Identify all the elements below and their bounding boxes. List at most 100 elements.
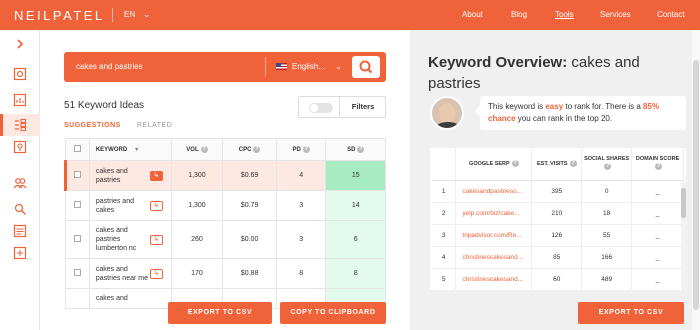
table-row[interactable]: cakes and pastries near me↳ 170 $0.88 8 … <box>65 258 386 289</box>
select-all-checkbox[interactable] <box>73 145 81 152</box>
keyword-tabs: SUGGESTIONS RELATED <box>64 122 172 129</box>
pd-cell: 8 <box>275 258 327 289</box>
row-select-cell <box>65 190 90 221</box>
keyword-ideas-icon[interactable] <box>13 118 27 132</box>
view-overview-icon[interactable]: ↳ <box>149 235 163 246</box>
help-icon[interactable]: ? <box>604 163 612 171</box>
keyword-cell: cakes and pastries ↳ <box>88 160 172 191</box>
serp-scrollbar-thumb[interactable] <box>681 188 686 218</box>
table-header-row: KEYWORD ▾ VOL? CPC? PD? SD? <box>65 138 386 161</box>
nav-tools[interactable]: Tools <box>555 10 574 19</box>
serp-url-link[interactable]: christinescakesand... <box>455 246 533 269</box>
sd-column-header[interactable]: SD? <box>325 138 386 161</box>
traffic-chart-icon[interactable] <box>13 93 27 107</box>
site-audit-icon[interactable] <box>13 67 27 81</box>
shares-cell: 489 <box>581 268 633 290</box>
keyword-search-input[interactable]: cakes and pastries <box>70 57 262 77</box>
copy-clipboard-button[interactable]: COPY TO CLIPBOARD <box>280 302 386 324</box>
keyword-text: pastries and cakes <box>95 197 134 214</box>
nav-contact[interactable]: Contact <box>657 10 685 19</box>
view-overview-icon[interactable]: ↳ <box>149 171 163 182</box>
nav-blog[interactable]: Blog <box>511 10 527 19</box>
view-overview-icon[interactable]: ↳ <box>149 269 163 280</box>
select-all-cell <box>65 138 90 161</box>
help-icon[interactable]: ? <box>302 145 310 153</box>
users-icon[interactable] <box>13 176 27 190</box>
location-icon[interactable] <box>13 140 27 154</box>
nav-about[interactable]: About <box>462 10 483 19</box>
rank-cell: 2 <box>432 202 457 225</box>
vol-header-label: VOL <box>186 147 199 154</box>
language-location-select[interactable]: English... ⌄ <box>265 57 345 77</box>
tab-suggestions[interactable]: SUGGESTIONS <box>64 122 121 129</box>
shares-header: SOCIAL SHARES? <box>581 148 633 181</box>
backlinks-icon[interactable] <box>13 246 27 260</box>
shares-cell: 18 <box>581 202 633 225</box>
help-icon[interactable]: ? <box>357 145 365 153</box>
chevron-right-icon[interactable] <box>13 37 27 51</box>
table-row[interactable]: cakes and pastries ↳ 1,300 $0.69 4 15 <box>64 160 386 191</box>
keyword-ideas-panel: cakes and pastries English... ⌄ 51 Keywo… <box>40 30 410 330</box>
content-ideas-icon[interactable] <box>13 224 27 238</box>
vol-column-header[interactable]: VOL? <box>170 138 224 161</box>
export-serp-csv-button[interactable]: EXPORT TO CSV <box>578 302 684 324</box>
search-button[interactable] <box>352 56 380 78</box>
table-row[interactable]: pastries and cakes ↳ 1,300 $0.79 3 14 <box>65 190 386 221</box>
serp-url-link[interactable]: christinescakesand... <box>455 268 533 290</box>
table-row[interactable]: cakes and pastries lumberton nc ↳ 260 $0.… <box>65 220 386 259</box>
shares-cell: 0 <box>581 180 633 203</box>
sort-icon: ▾ <box>135 147 139 153</box>
pd-column-header[interactable]: PD? <box>275 138 327 161</box>
pd-cell: 4 <box>275 160 327 191</box>
language-select-label: English... <box>292 62 325 71</box>
help-icon[interactable]: ? <box>200 145 208 153</box>
serp-header-row: GOOGLE SERP? EST. VISITS? SOCIAL SHARES?… <box>432 148 684 181</box>
domain-score-cell: _ <box>631 202 684 225</box>
rank-header <box>432 148 457 181</box>
nav-services[interactable]: Services <box>600 10 631 19</box>
shares-cell: 166 <box>581 246 633 269</box>
row-checkbox[interactable] <box>73 269 81 276</box>
rank-cell: 1 <box>432 180 457 203</box>
help-icon[interactable]: ? <box>655 163 663 171</box>
serp-url-link[interactable]: yelp.com/biz/cake... <box>455 202 533 225</box>
pd-cell: 3 <box>275 220 327 259</box>
visits-cell: 210 <box>531 202 583 225</box>
cpc-cell: $0.69 <box>222 160 277 191</box>
view-overview-icon[interactable]: ↳ <box>149 201 163 212</box>
serp-url-link[interactable]: cakesandpastrieso... <box>455 180 533 203</box>
serp-row: 3 tripadvisor.com/Re... 126 55 _ <box>432 224 684 247</box>
help-icon[interactable]: ? <box>511 159 519 167</box>
help-icon[interactable]: ? <box>569 159 577 167</box>
shares-cell: 55 <box>581 224 633 247</box>
help-icon[interactable]: ? <box>253 145 261 153</box>
row-checkbox[interactable] <box>73 201 81 208</box>
row-checkbox[interactable] <box>73 235 81 242</box>
filter-toggle[interactable] <box>309 103 333 113</box>
shares-header-label: SOCIAL SHARES <box>584 156 630 163</box>
page-scrollbar-thumb[interactable] <box>693 60 699 310</box>
language-selector[interactable]: EN ⌄ <box>124 10 150 19</box>
pd-cell: 3 <box>275 190 327 221</box>
keyword-cell: cakes and pastries near me↳ <box>88 258 172 289</box>
vol-cell: 1,300 <box>170 160 224 191</box>
tab-related[interactable]: RELATED <box>137 122 172 129</box>
keyword-column-header[interactable]: KEYWORD ▾ <box>88 138 172 161</box>
top-navigation-bar: NEILPATEL EN ⌄ About Blog Tools Services… <box>0 0 700 30</box>
visits-cell: 395 <box>531 180 583 203</box>
search-analysis-icon[interactable] <box>13 202 27 216</box>
domain-score-cell: _ <box>631 246 684 269</box>
row-checkbox[interactable] <box>74 171 82 178</box>
cpc-header-label: CPC <box>238 147 252 154</box>
neilpatel-logo[interactable]: NEILPATEL <box>14 8 105 23</box>
cpc-column-header[interactable]: CPC? <box>222 138 277 161</box>
export-csv-button[interactable]: EXPORT TO CSV <box>168 302 272 324</box>
serp-header: GOOGLE SERP? <box>455 148 533 181</box>
visits-header: EST. VISITS? <box>531 148 583 181</box>
rank-cell: 5 <box>432 268 457 290</box>
keyword-cell: pastries and cakes ↳ <box>88 190 172 221</box>
serp-url-link[interactable]: tripadvisor.com/Re... <box>455 224 533 247</box>
serp-table: GOOGLE SERP? EST. VISITS? SOCIAL SHARES?… <box>432 148 684 290</box>
filters-button[interactable]: Filters <box>339 97 386 117</box>
serp-row: 4 christinescakesand... 85 166 _ <box>432 246 684 269</box>
